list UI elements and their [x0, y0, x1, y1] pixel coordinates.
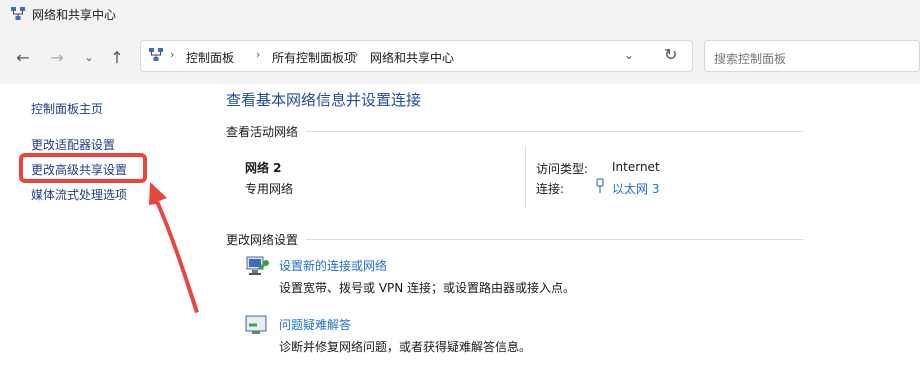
chevron-right-icon[interactable]: › [170, 48, 174, 61]
network-name: 网络 2 [245, 161, 282, 175]
section-divider [306, 131, 804, 132]
breadcrumb-control-panel[interactable]: 控制面板 [186, 49, 234, 66]
address-dropdown-icon[interactable]: ⌄ [624, 48, 634, 62]
sidebar-item-control-panel-home[interactable]: 控制面板主页 [31, 100, 103, 117]
chevron-right-icon[interactable]: › [354, 48, 358, 61]
control-panel-icon [149, 48, 163, 61]
refresh-icon[interactable]: ↻ [664, 45, 677, 64]
ethernet-icon [596, 178, 604, 193]
task-troubleshoot-link[interactable]: 问题疑难解答 [279, 316, 351, 333]
up-arrow-icon[interactable]: ↑ [106, 46, 128, 68]
back-arrow-icon[interactable]: ← [12, 46, 34, 68]
title-bar [0, 0, 920, 28]
connection-link[interactable]: 以太网 3 [612, 180, 659, 197]
task-new-connection-link[interactable]: 设置新的连接或网络 [279, 257, 387, 274]
sidebar-item-adapter-settings[interactable]: 更改适配器设置 [31, 136, 115, 153]
breadcrumb-all-items[interactable]: 所有控制面板项 [272, 49, 356, 66]
chevron-right-icon[interactable]: › [256, 48, 260, 61]
search-input[interactable]: 搜索控制面板 [704, 40, 920, 72]
task-troubleshoot-description: 诊断并修复网络问题，或者获得疑难解答信息。 [279, 340, 532, 354]
sidebar-item-media-streaming[interactable]: 媒体流式处理选项 [31, 186, 127, 203]
highlight-box [19, 153, 147, 183]
access-type-value: Internet [612, 160, 660, 174]
task-new-connection-description: 设置宽带、拨号或 VPN 连接；或设置路由器或接入点。 [279, 281, 576, 295]
forward-arrow-icon[interactable]: → [46, 46, 68, 68]
active-networks-heading: 查看活动网络 [226, 125, 299, 139]
troubleshoot-icon [245, 315, 267, 334]
page-title: 查看基本网络信息并设置连接 [226, 91, 422, 109]
window-title: 网络和共享中心 [32, 8, 117, 22]
change-settings-heading: 更改网络设置 [226, 233, 299, 247]
search-placeholder: 搜索控制面板 [714, 52, 787, 66]
access-type-label: 访问类型: [536, 162, 589, 176]
vertical-divider [525, 146, 526, 208]
section-divider [306, 239, 804, 240]
network-type: 专用网络 [245, 182, 294, 196]
connection-label: 连接: [536, 182, 565, 196]
network-center-icon [11, 7, 25, 20]
new-connection-icon [246, 256, 269, 275]
breadcrumb-network-center[interactable]: 网络和共享中心 [370, 49, 454, 66]
chevron-down-icon[interactable]: ⌄ [78, 46, 100, 68]
